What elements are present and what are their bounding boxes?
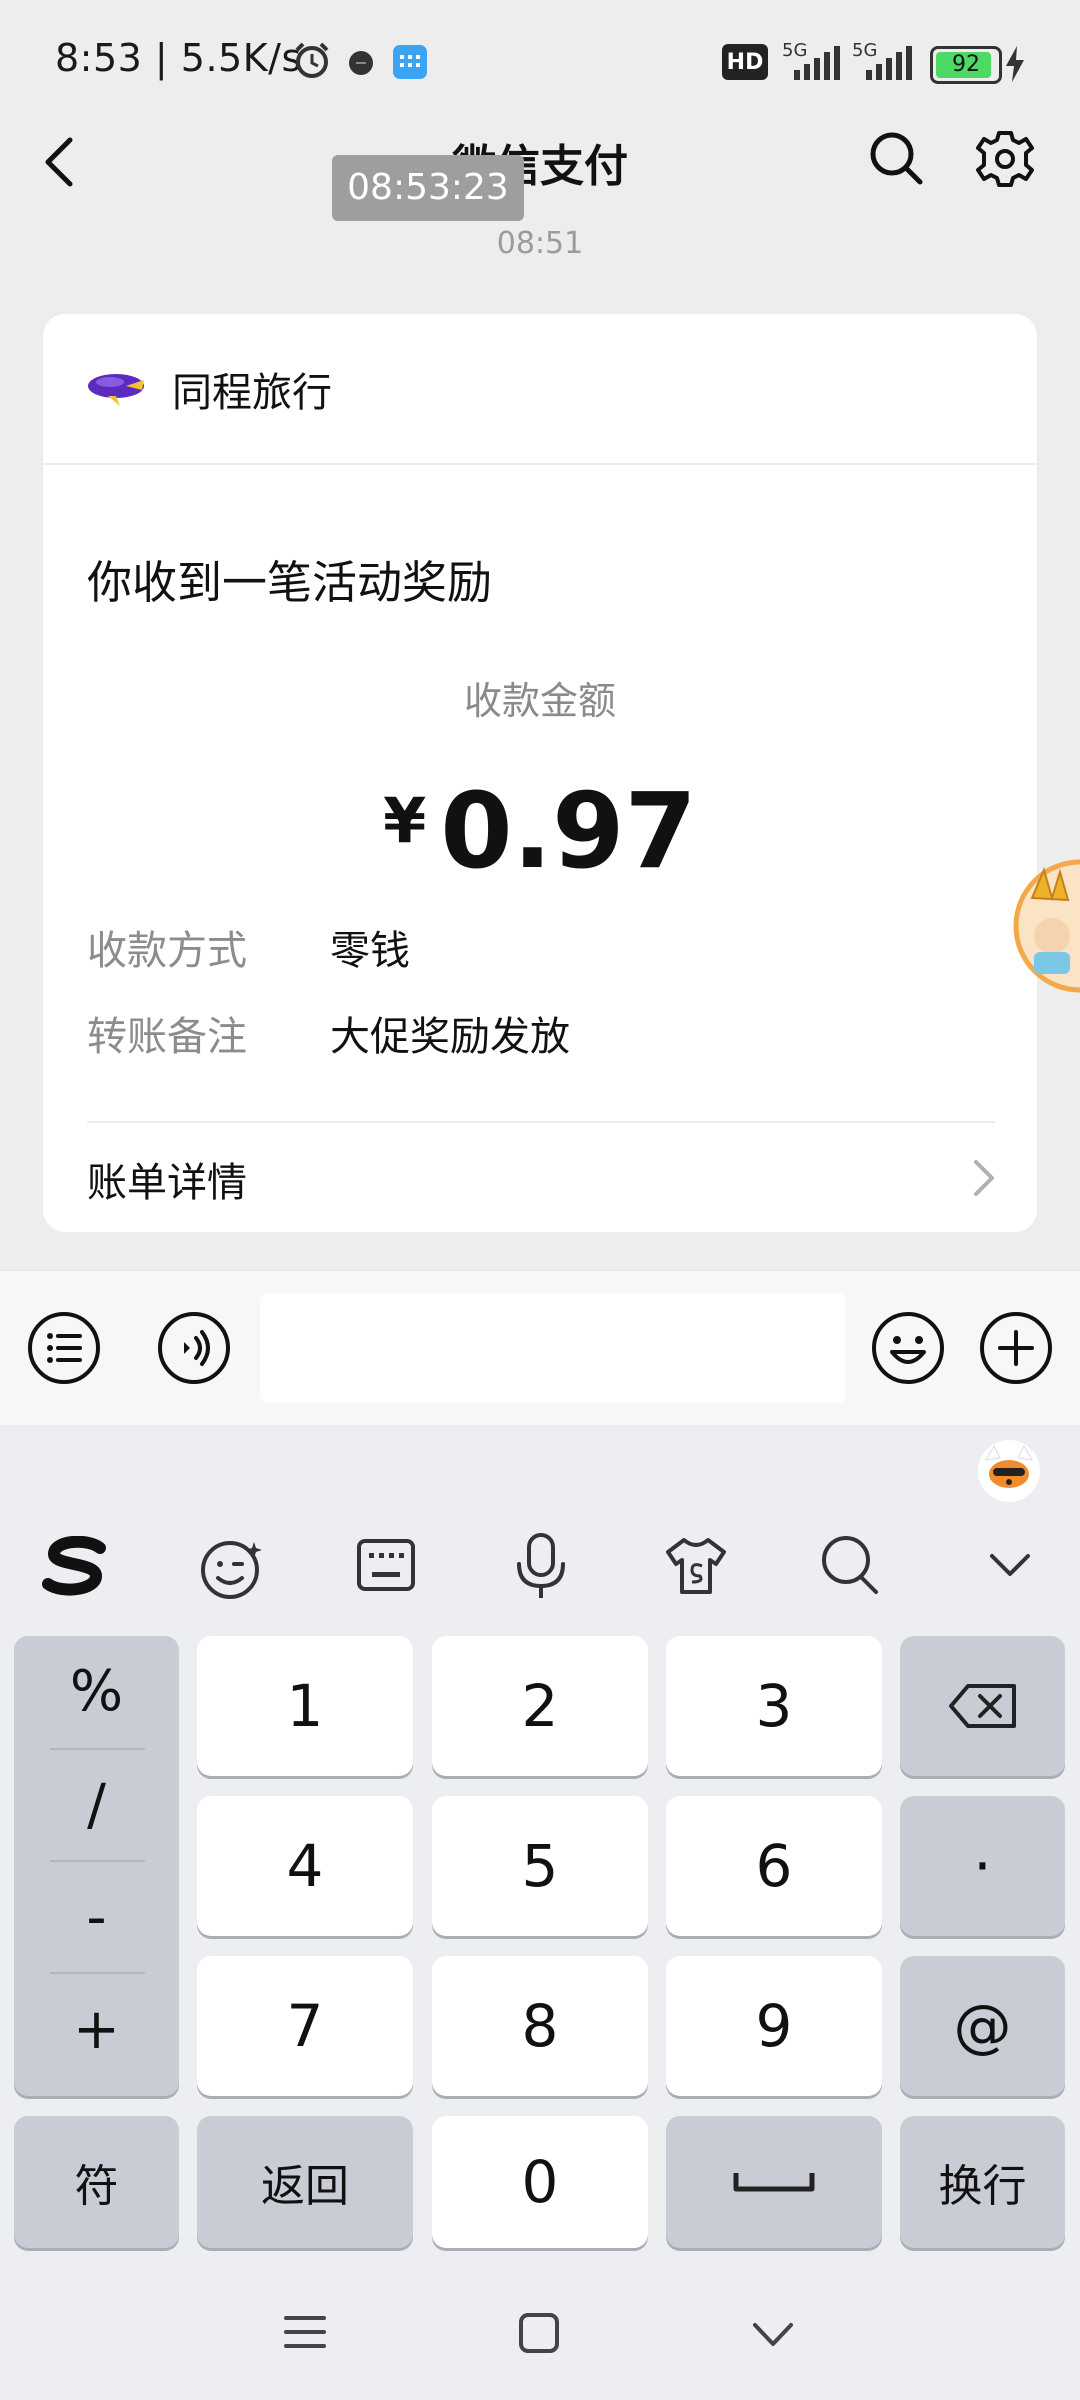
key-at[interactable]: @	[900, 1956, 1065, 2096]
keyboard-search-icon[interactable]	[820, 1534, 880, 1596]
backspace-key[interactable]	[900, 1636, 1065, 1776]
microphone-icon[interactable]	[514, 1532, 568, 1600]
status-time: 8:53 | 5.5K/s	[55, 36, 302, 80]
signal-icon-2	[866, 46, 912, 80]
home-nav-icon[interactable]	[518, 2312, 560, 2354]
emoji-face-icon[interactable]	[198, 1536, 266, 1600]
key-minus[interactable]: -	[14, 1862, 179, 1972]
battery-icon: 92	[930, 46, 1002, 84]
timestamp-overlay: 08:53:23	[332, 155, 524, 221]
floating-mascot-icon[interactable]	[1012, 858, 1080, 994]
key-0[interactable]: 0	[432, 2116, 648, 2248]
enter-key[interactable]: 换行	[900, 2116, 1065, 2248]
keyboard-app-icon	[393, 45, 427, 79]
alarm-icon	[295, 42, 329, 78]
key-6[interactable]: 6	[666, 1796, 882, 1936]
key-plus[interactable]: +	[14, 1974, 179, 2084]
divider	[87, 1121, 995, 1123]
amount-row: ¥0.97	[0, 770, 1080, 892]
signal-icon-1	[794, 46, 840, 80]
payment-method-value: 零钱	[330, 928, 410, 974]
hd-badge: HD	[722, 44, 768, 80]
transfer-note-value: 大促奖励发放	[330, 1014, 570, 1060]
key-7[interactable]: 7	[197, 1956, 413, 2096]
space-bar-icon	[733, 2173, 815, 2192]
voice-input-icon[interactable]	[156, 1310, 232, 1386]
currency-symbol: ¥	[383, 784, 427, 857]
amount-label: 收款金额	[463, 679, 616, 723]
chat-timestamp: 08:51	[496, 226, 584, 261]
sogou-logo-icon[interactable]	[40, 1536, 112, 1596]
collapse-keyboard-icon[interactable]	[988, 1550, 1032, 1580]
backspace-icon	[948, 1684, 1016, 1728]
charging-icon	[1006, 46, 1024, 82]
transfer-note-label: 转账备注	[87, 1014, 247, 1060]
back-nav-icon[interactable]	[752, 2322, 794, 2348]
chevron-right-icon	[974, 1160, 994, 1196]
key-dot[interactable]: ·	[900, 1796, 1065, 1936]
space-key[interactable]	[666, 2116, 882, 2248]
menu-list-icon[interactable]	[26, 1310, 102, 1386]
keyboard-mascot-icon[interactable]	[976, 1438, 1042, 1504]
symbol-key[interactable]: 符	[14, 2116, 179, 2248]
plus-icon[interactable]	[978, 1310, 1054, 1386]
key-2[interactable]: 2	[432, 1636, 648, 1776]
skin-shirt-icon[interactable]	[664, 1536, 728, 1596]
record-dot-icon	[349, 51, 373, 75]
divider	[43, 463, 1037, 465]
payment-method-label: 收款方式	[87, 928, 247, 974]
search-icon[interactable]	[868, 130, 924, 186]
message-text-input[interactable]	[260, 1293, 846, 1403]
keyboard-layout-icon[interactable]	[356, 1538, 416, 1594]
key-9[interactable]: 9	[666, 1956, 882, 2096]
menu-nav-icon[interactable]	[284, 2314, 326, 2350]
key-3[interactable]: 3	[666, 1636, 882, 1776]
key-percent[interactable]: %	[14, 1636, 179, 1746]
gear-icon[interactable]	[976, 130, 1034, 188]
merchant-name: 同程旅行	[172, 370, 332, 416]
back-key[interactable]: 返回	[197, 2116, 413, 2248]
key-slash[interactable]: /	[14, 1750, 179, 1860]
merchant-logo-icon	[88, 374, 144, 406]
key-5[interactable]: 5	[432, 1796, 648, 1936]
amount-value: 0.97	[440, 770, 697, 892]
emoji-icon[interactable]	[870, 1310, 946, 1386]
key-8[interactable]: 8	[432, 1956, 648, 2096]
key-1[interactable]: 1	[197, 1636, 413, 1776]
key-4[interactable]: 4	[197, 1796, 413, 1936]
card-headline: 你收到一笔活动奖励	[87, 556, 493, 609]
bill-detail-link[interactable]: 账单详情	[87, 1150, 247, 1208]
